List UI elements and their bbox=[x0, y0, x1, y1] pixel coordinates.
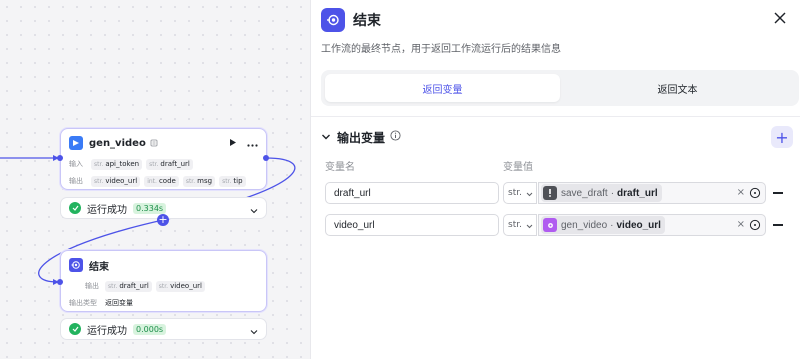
node-outputs-row: 输出 str. draft_url str. video_url bbox=[61, 279, 266, 293]
output-variable-row: draft_url str. save_draft · draft_url × bbox=[325, 182, 800, 204]
reference-pill: save_draft · draft_url bbox=[541, 184, 662, 202]
add-node-plus-icon[interactable]: + bbox=[157, 214, 169, 226]
variable-name-input[interactable]: draft_url bbox=[325, 182, 499, 204]
output-tag: int. code bbox=[144, 175, 179, 187]
gen-video-node[interactable]: gen_video 输入 str. api_token str. draft_url… bbox=[60, 128, 267, 190]
status-text: 运行成功 bbox=[87, 204, 127, 216]
target-icon[interactable] bbox=[749, 187, 761, 202]
input-port[interactable] bbox=[57, 155, 63, 161]
output-variables-section-header: 输出变量 + bbox=[321, 126, 799, 148]
node-title: gen_video bbox=[89, 137, 146, 149]
close-icon[interactable] bbox=[774, 12, 788, 26]
output-type-row: 输出类型 返回变量 bbox=[69, 299, 133, 307]
panel-description: 工作流的最终节点，用于返回工作流运行后的结果信息 bbox=[321, 44, 561, 55]
output-tag: str. msg bbox=[182, 175, 216, 187]
workflow-canvas[interactable]: gen_video 输入 str. api_token str. draft_url… bbox=[0, 0, 310, 359]
node-config-panel: 结束 工作流的最终节点，用于返回工作流运行后的结果信息 返回变量 返回文本 输出… bbox=[310, 0, 800, 359]
run-node-icon[interactable] bbox=[229, 137, 237, 150]
input-tag: str. draft_url bbox=[146, 158, 193, 170]
remove-variable-button[interactable] bbox=[773, 192, 783, 194]
success-check-icon bbox=[69, 202, 81, 214]
node-title: 结束 bbox=[89, 261, 109, 273]
run-time-badge: 0.334s bbox=[133, 202, 167, 214]
run-status-bar[interactable]: 运行成功 0.000s bbox=[60, 318, 267, 340]
variable-type-select[interactable]: str. bbox=[503, 182, 537, 204]
output-tag: str. video_url bbox=[91, 175, 141, 187]
chevron-down-icon bbox=[526, 222, 533, 232]
variable-reference-field[interactable]: gen_video · video_url × bbox=[538, 214, 766, 236]
variable-name-input[interactable]: video_url bbox=[325, 214, 499, 236]
end-node[interactable]: 结束 输出 str. draft_url str. video_url 输出类型 返… bbox=[60, 250, 267, 312]
divider bbox=[311, 116, 800, 117]
run-time-badge: 0.000s bbox=[133, 323, 167, 335]
variable-type-select[interactable]: str. bbox=[503, 214, 537, 236]
more-icon[interactable] bbox=[247, 137, 258, 150]
column-header-value: 变量值 bbox=[503, 162, 533, 173]
clear-icon[interactable]: × bbox=[737, 219, 745, 230]
output-mode-tabs: 返回变量 返回文本 bbox=[321, 70, 799, 106]
target-icon[interactable] bbox=[749, 219, 761, 234]
status-text: 运行成功 bbox=[87, 325, 127, 337]
variable-reference-field[interactable]: save_draft · draft_url × bbox=[538, 182, 766, 204]
reference-pill: gen_video · video_url bbox=[541, 216, 665, 234]
node-outputs-row: 输出 str. video_url int. code str. msg str. ti… bbox=[61, 174, 266, 188]
chevron-down-icon bbox=[526, 190, 533, 200]
output-variable-row: video_url str. gen_video · video_url × bbox=[325, 214, 800, 236]
output-tag: str. video_url bbox=[155, 280, 205, 292]
chevron-down-icon[interactable] bbox=[321, 131, 331, 144]
output-tag: str. draft_url bbox=[105, 280, 152, 292]
remove-variable-button[interactable] bbox=[773, 224, 783, 226]
tab-return-variables[interactable]: 返回变量 bbox=[325, 74, 560, 102]
panel-title: 结束 bbox=[353, 13, 381, 29]
column-header-name: 变量名 bbox=[325, 162, 355, 173]
node-inputs-row: 输入 str. api_token str. draft_url bbox=[61, 157, 266, 171]
play-plugin-icon bbox=[69, 136, 83, 150]
chevron-down-icon[interactable] bbox=[250, 204, 258, 217]
clear-icon[interactable]: × bbox=[737, 187, 745, 198]
info-icon bbox=[150, 137, 158, 150]
tab-return-text[interactable]: 返回文本 bbox=[560, 74, 795, 102]
success-check-icon bbox=[69, 323, 81, 335]
end-node-icon bbox=[321, 8, 345, 32]
add-variable-button[interactable]: + bbox=[771, 126, 793, 148]
input-port[interactable] bbox=[57, 279, 63, 285]
end-node-icon bbox=[69, 258, 83, 272]
chevron-down-icon[interactable] bbox=[250, 325, 258, 338]
info-circle-icon[interactable] bbox=[390, 130, 401, 144]
alert-icon bbox=[543, 186, 557, 200]
output-tag: str. tip bbox=[219, 175, 246, 187]
plugin-icon bbox=[543, 218, 557, 232]
section-title: 输出变量 bbox=[337, 130, 386, 145]
output-port[interactable] bbox=[263, 155, 269, 161]
input-tag: str. api_token bbox=[91, 158, 143, 170]
